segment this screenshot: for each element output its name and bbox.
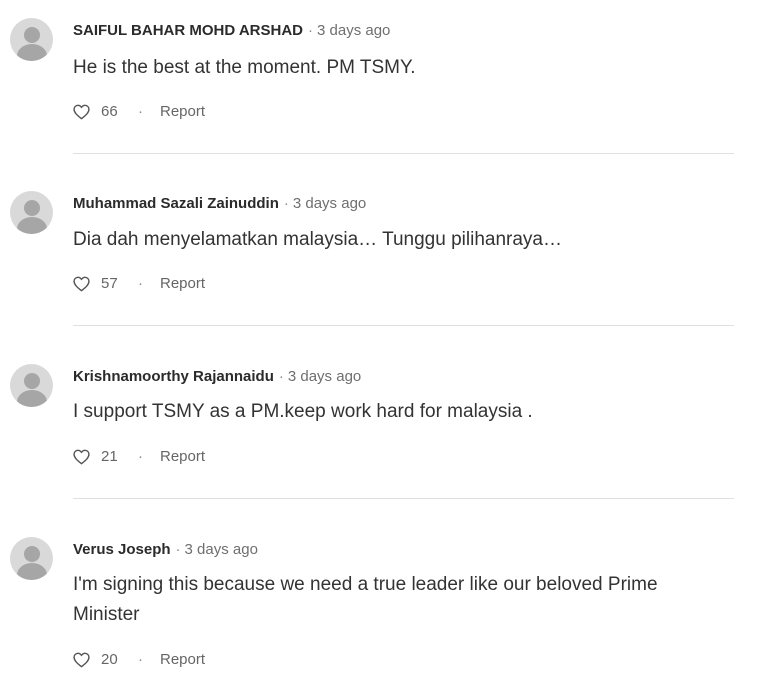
comment-text: I'm signing this because we need a true … — [73, 574, 658, 625]
comment-meta: SAIFUL BAHAR MOHD ARSHAD · 3 days ago — [73, 21, 390, 41]
like-count: 66 — [101, 103, 118, 120]
comment-time: 3 days ago — [292, 195, 367, 212]
action-separator: · — [138, 448, 143, 465]
meta-separator: · — [283, 195, 289, 212]
comment-author[interactable]: Krishnamoorthy Rajannaidu — [73, 368, 274, 385]
comment-time: 3 days ago — [317, 22, 391, 39]
avatar-head — [24, 200, 40, 216]
comment-time: 3 days ago — [184, 541, 258, 558]
avatar-body — [17, 44, 47, 61]
action-separator: · — [138, 651, 143, 668]
heart-icon[interactable] — [73, 276, 90, 292]
comment-meta: Krishnamoorthy Rajannaidu · 3 days ago — [73, 367, 361, 387]
comment-meta: Muhammad Sazali Zainuddin · 3 days ago — [73, 194, 366, 214]
avatar[interactable] — [10, 364, 53, 407]
avatar-head — [24, 373, 40, 389]
report-link[interactable]: Report — [160, 650, 205, 670]
like-count: 57 — [101, 275, 118, 292]
comment-text: He is the best at the moment. PM TSMY. — [73, 57, 416, 78]
avatar-body — [17, 563, 47, 580]
heart-icon[interactable] — [73, 449, 90, 465]
report-link[interactable]: Report — [160, 274, 205, 294]
avatar-body — [17, 217, 47, 234]
avatar[interactable] — [10, 537, 53, 580]
avatar[interactable] — [10, 191, 53, 234]
comment-author[interactable]: SAIFUL BAHAR MOHD ARSHAD — [73, 22, 303, 39]
comment-time: 3 days ago — [287, 368, 362, 385]
comment-text: Dia dah menyelamatkan malaysia… Tunggu p… — [73, 229, 562, 250]
meta-separator: · — [308, 22, 313, 39]
meta-separator: · — [278, 368, 284, 385]
avatar-head — [24, 546, 40, 562]
action-separator: · — [138, 275, 143, 292]
comment-author[interactable]: Muhammad Sazali Zainuddin — [73, 195, 279, 212]
comment-divider — [73, 153, 734, 154]
heart-icon[interactable] — [73, 104, 90, 120]
avatar-body — [17, 390, 47, 407]
comment-author[interactable]: Verus Joseph — [73, 541, 171, 558]
meta-separator: · — [175, 541, 181, 558]
comment-divider — [73, 498, 734, 499]
report-link[interactable]: Report — [160, 447, 205, 467]
avatar-head — [24, 27, 40, 43]
like-count: 20 — [101, 651, 118, 668]
avatar[interactable] — [10, 18, 53, 61]
like-count: 21 — [101, 448, 118, 465]
comment-text: I support TSMY as a PM.keep work hard fo… — [73, 401, 533, 422]
comment-divider — [73, 325, 734, 326]
report-link[interactable]: Report — [160, 102, 205, 122]
comment-meta: Verus Joseph · 3 days ago — [73, 540, 258, 560]
action-separator: · — [138, 103, 143, 120]
heart-icon[interactable] — [73, 652, 90, 668]
